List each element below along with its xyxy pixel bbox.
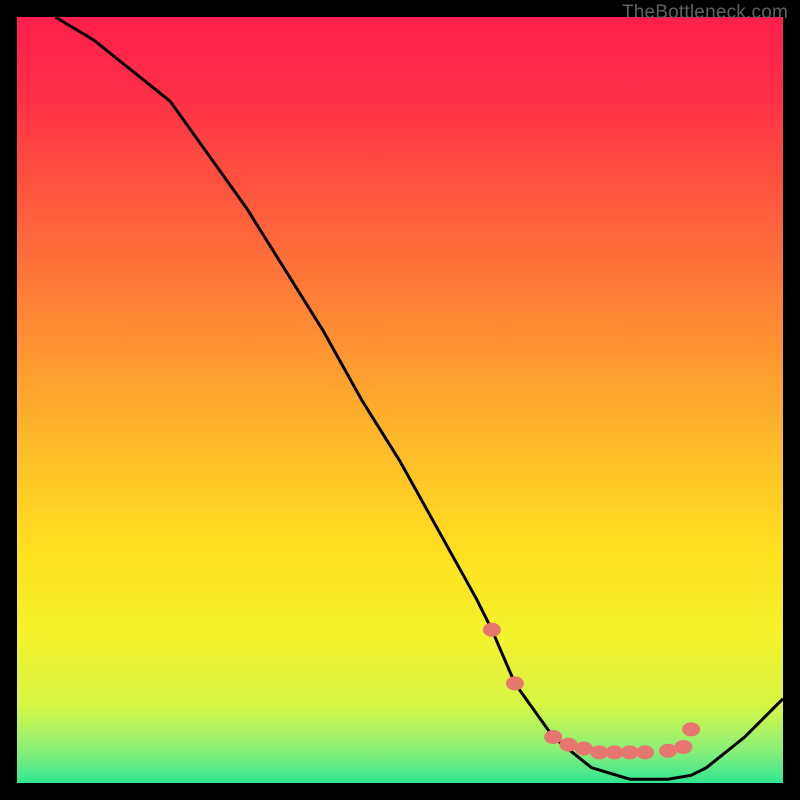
chart-svg bbox=[17, 17, 783, 783]
chart-marker bbox=[506, 676, 524, 690]
attribution-label: TheBottleneck.com bbox=[622, 2, 788, 24]
chart-background bbox=[17, 17, 783, 783]
chart-marker bbox=[483, 623, 501, 637]
chart-marker bbox=[682, 722, 700, 736]
chart-marker bbox=[560, 738, 578, 752]
chart-marker bbox=[674, 740, 692, 754]
chart-marker bbox=[575, 742, 593, 756]
chart-marker bbox=[544, 730, 562, 744]
chart-marker bbox=[636, 745, 654, 759]
chart-frame bbox=[17, 17, 783, 783]
chart-marker bbox=[659, 744, 677, 758]
